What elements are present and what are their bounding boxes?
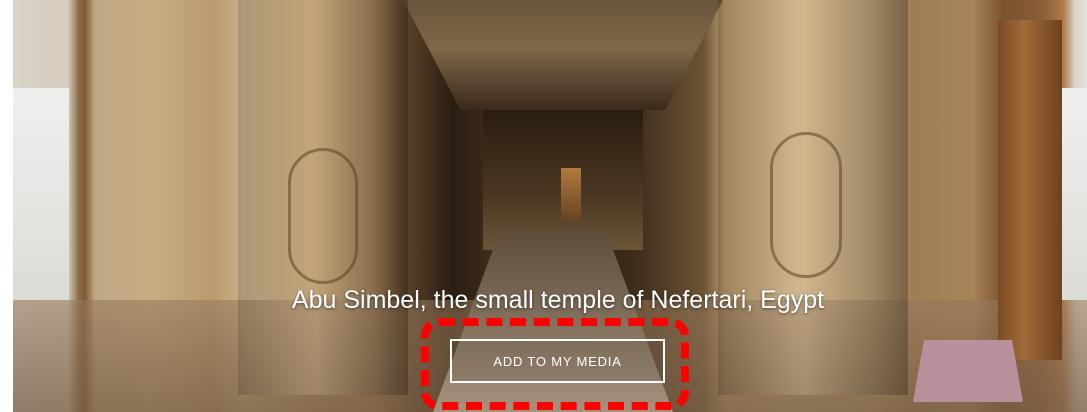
right-cartouche <box>770 132 842 278</box>
right-opening <box>1059 88 1087 300</box>
sanctuary-doorway <box>561 168 581 220</box>
corridor-floor <box>433 230 673 412</box>
stool <box>913 340 1023 402</box>
hero-title: Abu Simbel, the small temple of Nefertar… <box>291 286 825 314</box>
left-opening <box>13 88 69 300</box>
left-cartouche <box>288 148 358 284</box>
add-to-my-media-button[interactable]: ADD TO MY MEDIA <box>450 339 665 383</box>
temple-ceiling <box>403 0 723 110</box>
